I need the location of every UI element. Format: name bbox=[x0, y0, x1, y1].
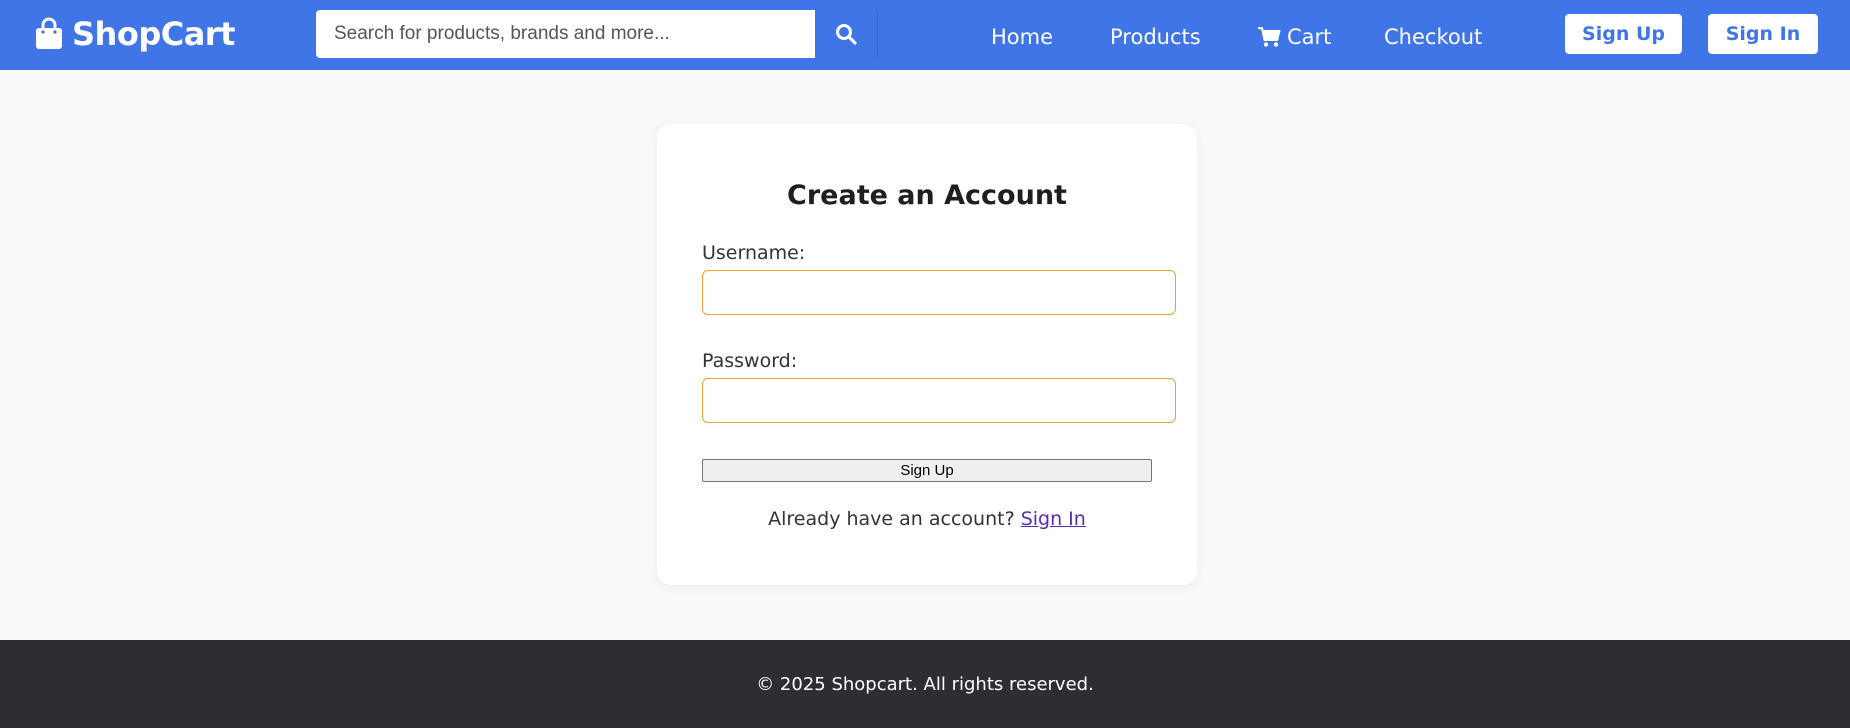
username-label: Username: bbox=[702, 242, 806, 264]
search-input[interactable] bbox=[316, 10, 815, 58]
cart-icon bbox=[1257, 26, 1281, 48]
header-signin-button[interactable]: Sign In bbox=[1708, 14, 1818, 54]
nav-home-label: Home bbox=[991, 25, 1054, 49]
signin-link[interactable]: Sign In bbox=[1021, 508, 1086, 530]
brand-name: ShopCart bbox=[72, 15, 235, 53]
header-signup-button[interactable]: Sign Up bbox=[1565, 14, 1682, 54]
nav-checkout-label: Checkout bbox=[1384, 25, 1483, 49]
search-bar bbox=[316, 10, 878, 58]
brand-logo[interactable]: ShopCart bbox=[34, 13, 235, 55]
form-title: Create an Account bbox=[787, 180, 1067, 211]
signin-prompt: Already have an account? Sign In bbox=[657, 508, 1197, 530]
signup-card: Create an Account Username: Password: Si… bbox=[657, 124, 1197, 585]
shopping-bag-icon bbox=[34, 17, 64, 51]
nav-products[interactable]: Products bbox=[1110, 18, 1201, 56]
nav-cart[interactable]: Cart bbox=[1257, 18, 1331, 56]
nav-home[interactable]: Home bbox=[991, 18, 1053, 56]
password-label: Password: bbox=[702, 350, 798, 372]
footer: © 2025 Shopcart. All rights reserved. bbox=[0, 640, 1850, 728]
nav-checkout[interactable]: Checkout bbox=[1384, 18, 1482, 56]
top-header: ShopCart Home Products bbox=[0, 0, 1850, 70]
nav-products-label: Products bbox=[1110, 25, 1201, 49]
password-field[interactable] bbox=[702, 378, 1176, 423]
search-button[interactable] bbox=[815, 10, 878, 58]
username-field[interactable] bbox=[702, 270, 1176, 315]
nav-cart-label: Cart bbox=[1287, 25, 1332, 49]
search-icon bbox=[835, 23, 857, 45]
signup-submit-button[interactable]: Sign Up bbox=[702, 459, 1152, 482]
signin-prompt-text: Already have an account? bbox=[768, 508, 1015, 530]
copyright-text: © 2025 Shopcart. All rights reserved. bbox=[756, 674, 1094, 695]
